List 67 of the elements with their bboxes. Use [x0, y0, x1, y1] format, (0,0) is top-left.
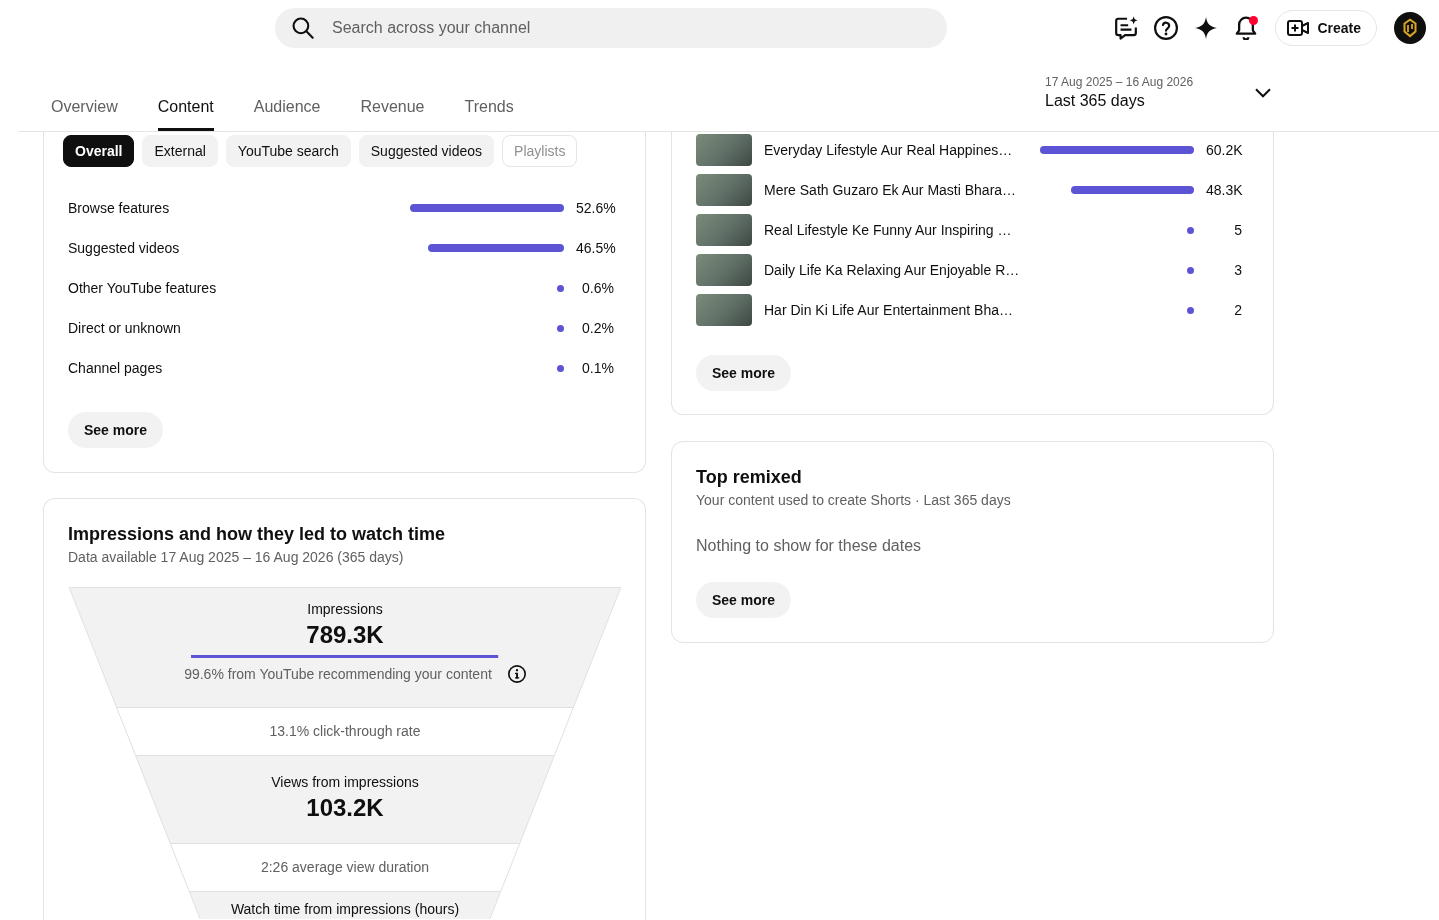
dot-icon	[557, 364, 564, 372]
video-plus-icon	[1287, 20, 1310, 36]
dot-icon	[1187, 226, 1194, 234]
traffic-source-name: Other YouTube features	[68, 280, 218, 296]
share-value: 52.6%	[576, 200, 614, 216]
card-title: Impressions and how they led to watch time	[68, 523, 447, 546]
empty-message: Nothing to show for these dates	[696, 536, 923, 556]
traffic-source-name: Browse features	[68, 200, 171, 216]
search-field[interactable]: Search across your channel	[275, 8, 947, 48]
share-value: 0.2%	[581, 320, 614, 336]
video-thumbnail[interactable]	[696, 174, 752, 206]
chevron-down-icon	[1255, 88, 1271, 98]
card-subtitle: Your content used to create Shorts · Last 365 days	[696, 491, 1012, 510]
metric-label: Views from impressions	[271, 774, 419, 790]
video-title[interactable]: Har Din Ki Life Aur Entertainment Bha…	[764, 302, 1028, 318]
date-range-dropdown[interactable]: 17 Aug 2025 – 16 Aug 2026 Last 365 days	[1045, 74, 1271, 112]
metric-value: 103.2K	[306, 794, 384, 822]
recommendation-note: 99.6% from YouTube recommending your content	[184, 665, 492, 683]
share-value: 0.6%	[581, 280, 614, 296]
metric-label: Impressions	[307, 601, 383, 617]
see-more-button[interactable]: See more	[696, 582, 792, 618]
traffic-source-name: Suggested videos	[68, 240, 181, 256]
video-thumbnail[interactable]	[696, 134, 752, 166]
view-count: 60.2K	[1206, 142, 1242, 158]
view-count: 5	[1233, 222, 1242, 238]
video-title[interactable]: Mere Sath Guzaro Ek Aur Masti Bhara…	[764, 182, 1028, 198]
dot-icon	[557, 284, 564, 292]
filter-chip[interactable]: Overall	[63, 135, 135, 167]
dot-icon	[1187, 266, 1194, 274]
see-more-button[interactable]: See more	[68, 412, 164, 448]
share-value: 46.5%	[576, 240, 614, 256]
filter-chip[interactable]: YouTube search	[225, 135, 351, 167]
view-count: 2	[1233, 302, 1242, 318]
tab[interactable]: Revenue	[360, 83, 425, 131]
tab[interactable]: Overview	[51, 83, 118, 131]
metric-value: 789.3K	[306, 621, 384, 649]
rate-text: 13.1% click-through rate	[269, 722, 421, 740]
video-thumbnail[interactable]	[696, 214, 752, 246]
metric-label: Watch time from impressions (hours)	[230, 901, 460, 917]
dot-icon	[1187, 306, 1194, 314]
see-more-button[interactable]: See more	[696, 355, 792, 391]
card-subtitle: Data available 17 Aug 2025 – 16 Aug 2026 (365 days)	[68, 548, 405, 567]
tab[interactable]: Trends	[464, 83, 514, 131]
info-icon[interactable]	[507, 665, 526, 683]
avatar-icon[interactable]	[1394, 12, 1426, 44]
traffic-source-name: Channel pages	[68, 360, 164, 376]
search-icon	[292, 17, 314, 39]
video-thumbnail[interactable]	[696, 294, 752, 326]
bell-icon[interactable]	[1235, 16, 1258, 40]
card-title: Top remixed	[696, 466, 803, 489]
video-title[interactable]: Daily Life Ka Relaxing Aur Enjoyable R…	[764, 262, 1028, 278]
video-thumbnail[interactable]	[696, 254, 752, 286]
share-value: 0.1%	[581, 360, 614, 376]
dot-icon	[557, 324, 564, 332]
view-count: 48.3K	[1206, 182, 1242, 198]
video-title[interactable]: Real Lifestyle Ke Funny Aur Inspiring …	[764, 222, 1028, 238]
tab[interactable]: Audience	[253, 83, 321, 131]
feedback-icon[interactable]	[1114, 16, 1139, 40]
filter-chip[interactable]: Suggested videos	[358, 135, 495, 167]
traffic-source-name: Direct or unknown	[68, 320, 182, 336]
create-button[interactable]: Create	[1275, 10, 1377, 46]
sparkle-icon[interactable]	[1195, 17, 1218, 39]
video-title[interactable]: Everyday Lifestyle Aur Real Happines…	[764, 142, 1028, 158]
filter-chip[interactable]: External	[142, 135, 218, 167]
view-count: 3	[1233, 262, 1242, 278]
rate-text: 2:26 average view duration	[260, 858, 430, 876]
help-icon[interactable]	[1154, 16, 1179, 40]
